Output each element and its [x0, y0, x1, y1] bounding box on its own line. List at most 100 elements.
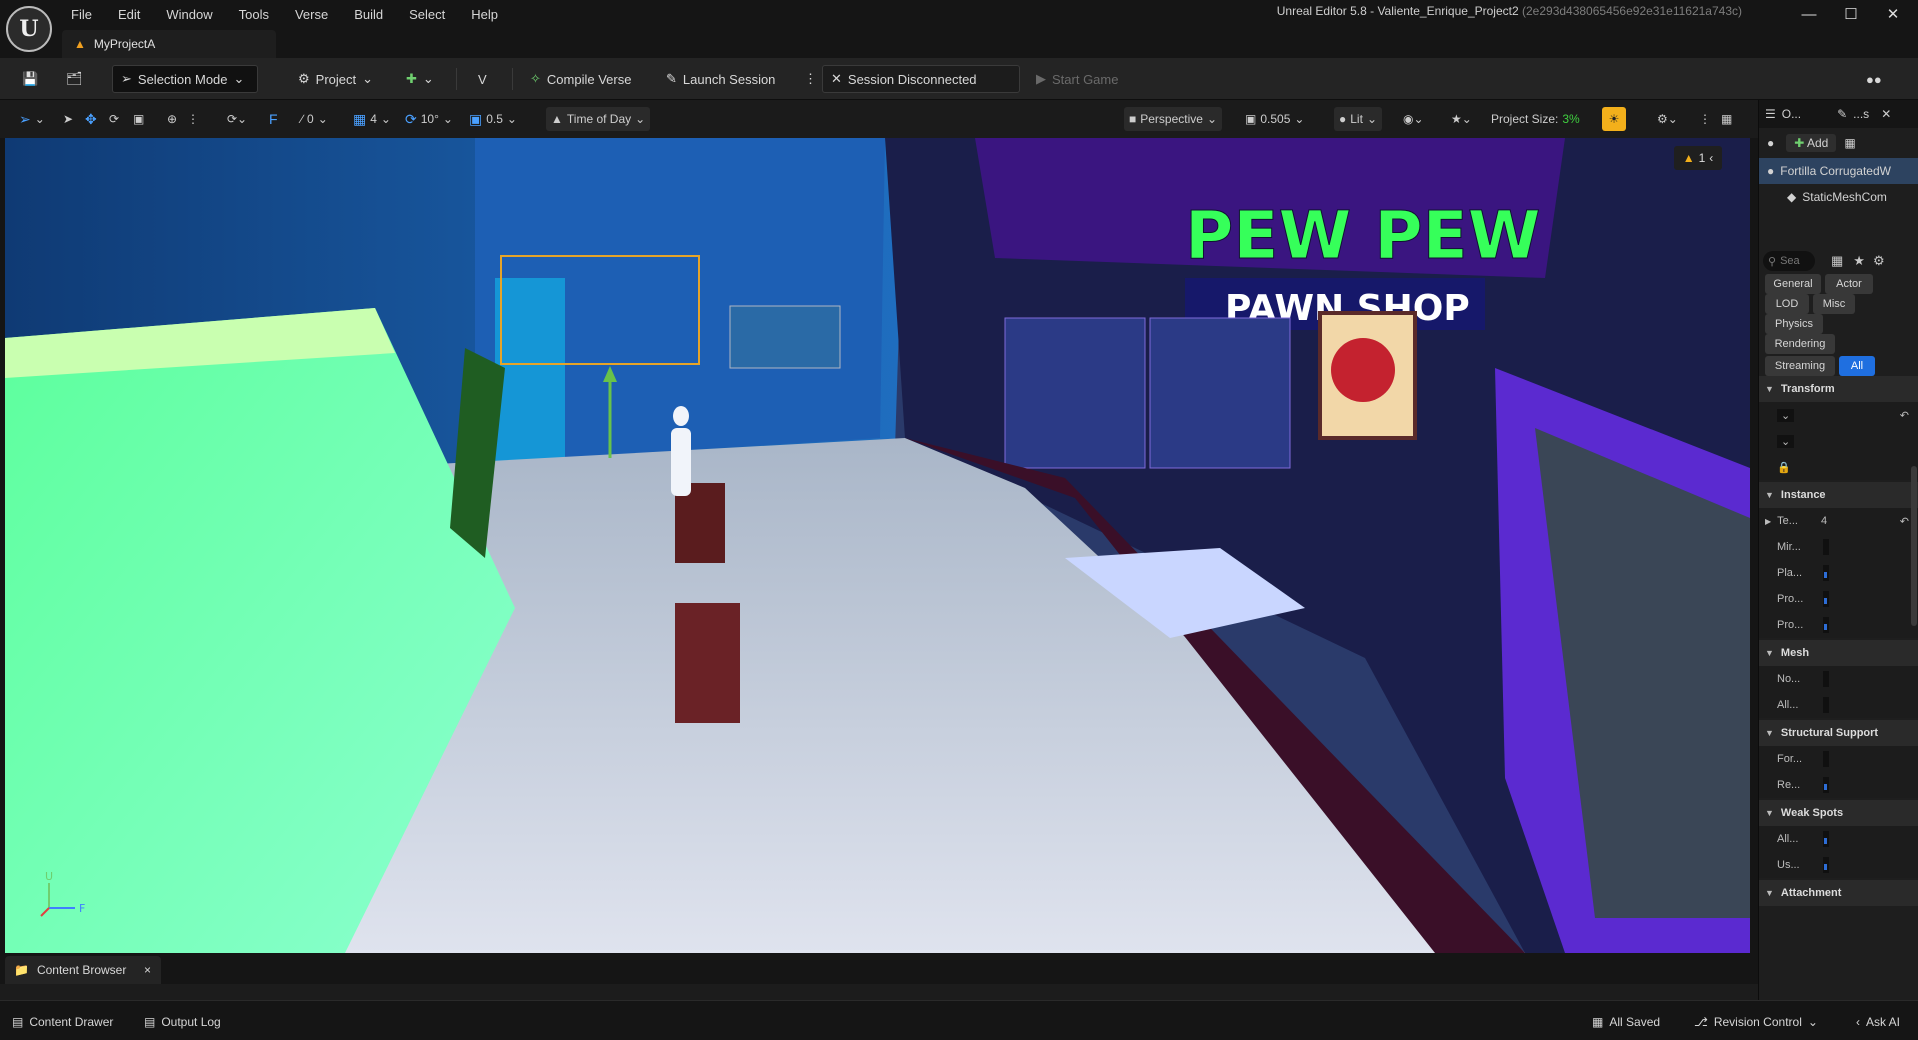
filter-lod[interactable]: LOD [1765, 294, 1809, 314]
prop-value-field[interactable] [1823, 617, 1829, 633]
show-flags-icon[interactable]: ◉⌄ [1398, 107, 1429, 131]
revision-control-button[interactable]: ⎇ Revision Control ⌄ [1694, 1011, 1818, 1033]
transform-location-row[interactable]: ⌄ ↶ [1759, 402, 1918, 428]
menu-window[interactable]: Window [153, 7, 225, 22]
time-of-day-button[interactable]: ▲ Time of Day ⌄ [546, 107, 651, 131]
filter-physics[interactable]: Physics [1765, 314, 1823, 334]
outliner-selected-actor[interactable]: ● Fortilla CorrugatedW [1759, 158, 1918, 184]
minimize-button[interactable]: — [1788, 0, 1830, 28]
unreal-logo-icon[interactable]: U [6, 6, 52, 52]
prop-value-field[interactable] [1823, 591, 1829, 607]
filter-streaming[interactable]: Streaming [1765, 356, 1835, 376]
prop-all1[interactable]: All... [1759, 692, 1918, 718]
menu-tools[interactable]: Tools [226, 7, 282, 22]
menu-help[interactable]: Help [458, 7, 511, 22]
prop-pro2[interactable]: Pro... [1759, 612, 1918, 638]
pointer-icon[interactable]: ➤ [58, 107, 78, 131]
prop-for[interactable]: For... [1759, 746, 1918, 772]
category-instance[interactable]: ▼ Instance [1759, 482, 1918, 508]
transform-scale-row[interactable]: 🔒 [1759, 454, 1918, 480]
prop-value-field[interactable] [1823, 831, 1829, 847]
session-status-button[interactable]: ✕ Session Disconnected [822, 65, 1020, 93]
grid-snap-button[interactable]: ▦ 4 ⌄ [348, 107, 396, 131]
more-options-icon[interactable]: ⋮ [1694, 107, 1716, 131]
output-log-button[interactable]: ▤ Output Log [144, 1011, 221, 1033]
close-icon[interactable]: × [144, 963, 151, 977]
details-scrollbar[interactable] [1911, 466, 1917, 626]
prop-pro1[interactable]: Pro... [1759, 586, 1918, 612]
users-icon[interactable]: ●● [1858, 65, 1890, 93]
more-options-icon[interactable]: ⋮ [796, 65, 825, 93]
floor-snap-icon[interactable]: F [264, 107, 283, 131]
star-icon[interactable]: ★ [1853, 253, 1865, 269]
prop-mir[interactable]: Mir... [1759, 534, 1918, 560]
project-button[interactable]: ⚙ Project ⌄ [290, 65, 381, 93]
prop-value-field[interactable] [1823, 697, 1829, 713]
performance-icon[interactable]: ★⌄ [1446, 107, 1477, 131]
prop-re[interactable]: Re... [1759, 772, 1918, 798]
settings-gear-icon[interactable]: ⚙⌄ [1652, 107, 1683, 131]
project-tab[interactable]: ▲ MyProjectA [62, 30, 276, 58]
verse-icon[interactable]: V [470, 65, 495, 93]
close-icon[interactable]: ✕ [1881, 107, 1891, 121]
filter-all[interactable]: All [1839, 356, 1875, 376]
ask-ai-button[interactable]: ‹ Ask AI [1856, 1011, 1900, 1033]
compile-verse-button[interactable]: ✧ Compile Verse [522, 65, 639, 93]
perspective-button[interactable]: ■ Perspective ⌄ [1124, 107, 1223, 131]
surface-snap-icon[interactable]: ⟳⌄ [222, 107, 252, 131]
reset-icon[interactable]: ↶ [1900, 409, 1909, 422]
prop-us[interactable]: Us... [1759, 852, 1918, 878]
launch-session-button[interactable]: ✎ Launch Session [658, 65, 783, 93]
lit-mode-button[interactable]: ● Lit ⌄ [1334, 107, 1382, 131]
prop-value-field[interactable] [1823, 539, 1829, 555]
viewport-warning-badge[interactable]: ▲ 1 ‹ [1674, 146, 1722, 170]
category-attachment[interactable]: ▼ Attachment [1759, 880, 1918, 906]
more-options-icon[interactable]: ⋮ [182, 107, 204, 131]
gear-icon[interactable]: ⚙ [1873, 253, 1885, 269]
prop-value-field[interactable] [1823, 777, 1829, 793]
content-browser-tab[interactable]: 📁 Content Browser × [5, 956, 161, 984]
save-icon[interactable]: 💾 [14, 65, 46, 93]
menu-file[interactable]: File [58, 7, 105, 22]
menu-verse[interactable]: Verse [282, 7, 341, 22]
prop-pla[interactable]: Pla... [1759, 560, 1918, 586]
category-mesh[interactable]: ▼ Mesh [1759, 640, 1918, 666]
reset-icon[interactable]: ↶ [1900, 515, 1909, 528]
scale-snap-button[interactable]: ▣ 0.5 ⌄ [464, 107, 522, 131]
prop-value-field[interactable] [1823, 565, 1829, 581]
menu-build[interactable]: Build [341, 7, 396, 22]
selection-mode-button[interactable]: ➢ Selection Mode ⌄ [112, 65, 258, 93]
prop-value-field[interactable] [1823, 857, 1829, 873]
transform-rotation-row[interactable]: ⌄ [1759, 428, 1918, 454]
rotation-snap-button[interactable]: ∕ 0 ⌄ [296, 107, 333, 131]
maximize-button[interactable]: ☐ [1830, 0, 1872, 28]
category-transform[interactable]: ▼ Transform [1759, 376, 1918, 402]
close-window-button[interactable]: ✕ [1872, 0, 1914, 28]
world-icon[interactable]: ⊕ [162, 107, 182, 131]
realtime-icon[interactable]: ☀ [1602, 107, 1626, 131]
angle-snap-button[interactable]: ⟳ 10° ⌄ [400, 107, 458, 131]
start-game-button[interactable]: ▶ Start Game [1028, 65, 1126, 93]
scale-icon[interactable]: ▣ [128, 107, 149, 131]
tab-details[interactable]: ...s [1853, 107, 1869, 121]
prop-all2[interactable]: All... [1759, 826, 1918, 852]
blueprint-icon[interactable]: ▦ [1844, 136, 1855, 150]
search-input[interactable]: ⚲ Sea [1763, 251, 1815, 271]
category-structural-support[interactable]: ▼ Structural Support [1759, 720, 1918, 746]
filter-rendering[interactable]: Rendering [1765, 334, 1835, 354]
select-tool-icon[interactable]: ➢ ⌄ [14, 107, 50, 131]
category-weak-spots[interactable]: ▼ Weak Spots [1759, 800, 1918, 826]
filter-misc[interactable]: Misc [1813, 294, 1855, 314]
menu-edit[interactable]: Edit [105, 7, 153, 22]
menu-select[interactable]: Select [396, 7, 458, 22]
add-button[interactable]: ✚ Add [1786, 134, 1837, 152]
content-drawer-button[interactable]: ▤ Content Drawer [12, 1011, 113, 1033]
filter-general[interactable]: General [1765, 274, 1821, 294]
prop-value-field[interactable] [1823, 671, 1829, 687]
add-content-button[interactable]: ✚ ⌄ [398, 65, 442, 93]
screen-percentage-button[interactable]: ▣ 0.505 ⌄ [1240, 107, 1309, 131]
filter-actor[interactable]: Actor [1825, 274, 1873, 294]
tab-outliner[interactable]: O... [1782, 107, 1801, 121]
all-saved-indicator[interactable]: ▦ All Saved [1592, 1011, 1660, 1033]
prop-no[interactable]: No... [1759, 666, 1918, 692]
